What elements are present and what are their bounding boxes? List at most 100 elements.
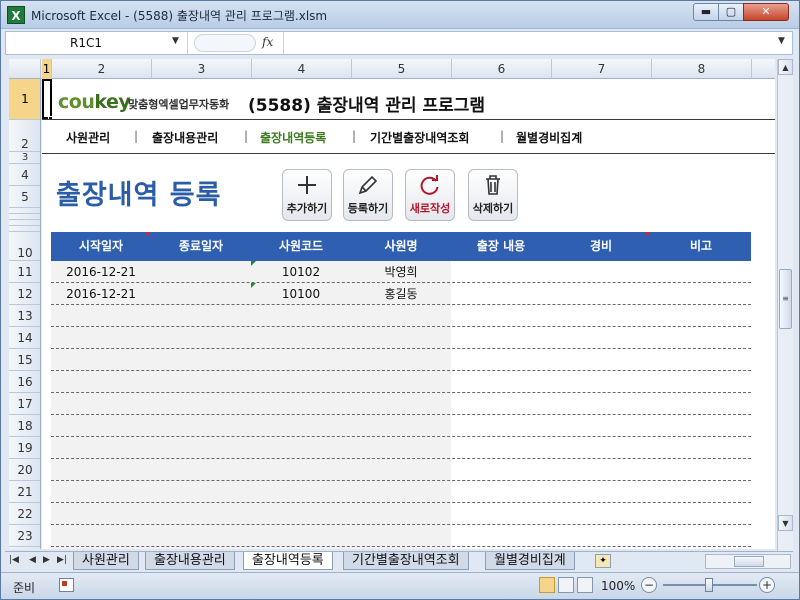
row-header[interactable]: 20 <box>9 459 40 481</box>
chevron-down-icon[interactable]: ▼ <box>172 36 179 46</box>
cell-remarks[interactable] <box>651 283 751 305</box>
nav-item-trip-register[interactable]: 출장내역등록 <box>260 129 326 146</box>
table-row[interactable] <box>51 415 751 437</box>
scroll-up-button[interactable]: ▲ <box>778 59 793 75</box>
maximize-button[interactable]: ▢ <box>718 3 744 21</box>
cell-employee-code[interactable]: 10100 <box>251 283 351 305</box>
table-row[interactable] <box>51 481 751 503</box>
table-row[interactable]: 2016-12-21 10100 홍길동 <box>51 283 751 305</box>
page-break-preview-icon[interactable] <box>577 577 593 593</box>
table-row[interactable] <box>51 305 751 327</box>
row-header[interactable]: 23 <box>9 525 40 547</box>
row-header[interactable]: 17 <box>9 393 40 415</box>
sheet-tab-trip-contents[interactable]: 출장내용관리 <box>145 552 235 570</box>
row-header[interactable]: 14 <box>9 327 40 349</box>
row-header[interactable]: 10 <box>9 232 40 261</box>
vertical-scroll-thumb[interactable]: ≡ <box>779 269 792 329</box>
row-header[interactable]: 15 <box>9 349 40 371</box>
sheet-tab-employees[interactable]: 사원관리 <box>73 552 139 570</box>
column-header[interactable]: 6 <box>452 59 552 79</box>
scroll-down-button[interactable]: ▼ <box>778 515 793 531</box>
horizontal-scrollbar[interactable] <box>705 554 791 569</box>
previous-sheet-icon[interactable]: ◀ <box>29 555 36 565</box>
row-header[interactable]: 12 <box>9 283 40 305</box>
first-sheet-icon[interactable]: |◀ <box>9 555 19 565</box>
table-row[interactable] <box>51 371 751 393</box>
last-sheet-icon[interactable]: ▶| <box>57 555 67 565</box>
table-row[interactable]: 2016-12-21 10102 박영희 <box>51 261 751 283</box>
horizontal-scroll-thumb[interactable] <box>734 556 764 567</box>
column-header[interactable]: 7 <box>552 59 652 79</box>
table-row[interactable] <box>51 349 751 371</box>
table-row[interactable] <box>51 393 751 415</box>
minimize-button[interactable]: ▬ <box>693 3 719 21</box>
row-header[interactable]: 21 <box>9 481 40 503</box>
column-title-expense[interactable]: 경비 <box>551 232 651 261</box>
normal-view-icon[interactable] <box>539 577 555 593</box>
row-header[interactable]: 4 <box>9 164 40 186</box>
row-header[interactable]: 22 <box>9 503 40 525</box>
page-layout-view-icon[interactable] <box>558 577 574 593</box>
excel-app-icon[interactable]: X <box>7 6 25 24</box>
delete-button[interactable]: 삭제하기 <box>468 169 518 221</box>
cell-start-date[interactable]: 2016-12-21 <box>51 261 151 283</box>
select-all-corner[interactable] <box>9 59 41 79</box>
sheet-tab-period-search[interactable]: 기간별출장내역조회 <box>343 552 469 570</box>
zoom-out-button[interactable]: − <box>641 577 657 593</box>
table-row[interactable] <box>51 525 751 547</box>
formula-input[interactable] <box>283 32 775 54</box>
column-header[interactable]: 1 <box>42 59 52 79</box>
column-header[interactable]: 8 <box>652 59 752 79</box>
cell-employee-name[interactable]: 홍길동 <box>351 283 451 305</box>
column-title-start-date[interactable]: 시작일자 <box>51 232 151 261</box>
column-header[interactable]: 4 <box>252 59 352 79</box>
column-header[interactable]: 2 <box>52 59 152 79</box>
cell-trip-content[interactable] <box>451 283 551 305</box>
cell-employee-name[interactable]: 박영희 <box>351 261 451 283</box>
register-button[interactable]: 등록하기 <box>343 169 393 221</box>
column-header[interactable]: 5 <box>352 59 452 79</box>
sheet-tab-trip-register[interactable]: 출장내역등록 <box>243 552 333 570</box>
selected-cell[interactable] <box>42 79 52 119</box>
table-row[interactable] <box>51 503 751 525</box>
column-title-employee-name[interactable]: 사원명 <box>351 232 451 261</box>
cell-trip-content[interactable] <box>451 261 551 283</box>
column-title-employee-code[interactable]: 사원코드 <box>251 232 351 261</box>
cell-expense[interactable] <box>551 283 651 305</box>
insert-sheet-icon[interactable]: ✦ <box>595 554 611 568</box>
row-header[interactable]: 16 <box>9 371 40 393</box>
add-button[interactable]: 추가하기 <box>282 169 332 221</box>
cell-employee-code[interactable]: 10102 <box>251 261 351 283</box>
nav-item-period-search[interactable]: 기간별출장내역조회 <box>370 129 469 146</box>
worksheet[interactable]: coukey 맞춤형엑셀업무자동화 (5588) 출장내역 관리 프로그램 사원… <box>42 79 775 549</box>
cell-start-date[interactable]: 2016-12-21 <box>51 283 151 305</box>
expand-formula-icon[interactable]: ▼ <box>778 36 785 46</box>
zoom-in-button[interactable]: + <box>759 577 775 593</box>
column-title-trip-content[interactable]: 출장 내용 <box>451 232 551 261</box>
sheet-tab-monthly-expense[interactable]: 월별경비집계 <box>485 552 575 570</box>
close-button[interactable]: ✕ <box>743 3 789 21</box>
zoom-slider-thumb[interactable] <box>705 578 713 592</box>
cell-remarks[interactable] <box>651 261 751 283</box>
cell-expense[interactable] <box>551 261 651 283</box>
table-row[interactable] <box>51 437 751 459</box>
column-title-end-date[interactable]: 종료일자 <box>151 232 251 261</box>
next-sheet-icon[interactable]: ▶ <box>43 555 50 565</box>
row-header[interactable]: 19 <box>9 437 40 459</box>
row-header[interactable]: 18 <box>9 415 40 437</box>
row-header[interactable]: 3 <box>9 152 40 164</box>
row-header[interactable]: 5 <box>9 186 40 208</box>
row-header[interactable]: 13 <box>9 305 40 327</box>
zoom-level[interactable]: 100% <box>601 579 635 593</box>
row-header[interactable]: 11 <box>9 261 40 283</box>
name-box[interactable]: R1C1 ▼ <box>6 32 188 54</box>
cell-end-date[interactable] <box>151 261 251 283</box>
new-button[interactable]: 새로작성 <box>405 169 455 221</box>
row-header[interactable]: 1 <box>9 79 40 120</box>
column-header[interactable]: 3 <box>152 59 252 79</box>
nav-item-employees[interactable]: 사원관리 <box>66 129 110 146</box>
table-row[interactable] <box>51 327 751 349</box>
macro-record-icon[interactable] <box>59 578 74 592</box>
table-row[interactable] <box>51 459 751 481</box>
row-header[interactable]: 2 <box>9 120 40 152</box>
